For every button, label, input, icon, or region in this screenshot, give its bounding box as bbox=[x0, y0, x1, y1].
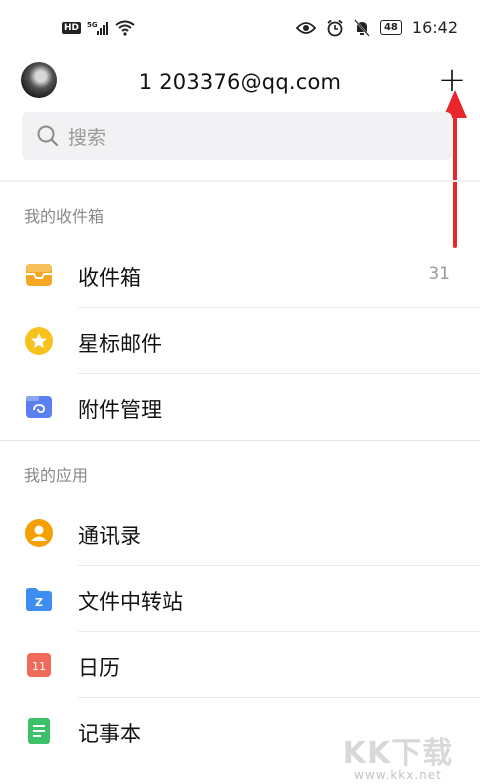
svg-text:5G: 5G bbox=[87, 21, 98, 29]
status-right: 48 16:42 bbox=[295, 18, 458, 37]
attachment-icon bbox=[26, 396, 52, 418]
watermark: KK下载 www.kkx.net bbox=[338, 728, 458, 782]
list-item-label: 附件管理 bbox=[78, 398, 162, 422]
list-item-contacts[interactable]: 通讯录 bbox=[0, 500, 480, 566]
watermark-url: www.kkx.net bbox=[354, 768, 442, 782]
status-bar: HD 5G 48 16:42 bbox=[0, 0, 480, 58]
list-item-starred[interactable]: 星标邮件 bbox=[0, 308, 480, 374]
signal-icon: 5G bbox=[87, 21, 109, 35]
search-icon bbox=[37, 125, 59, 147]
list-item-label: 星标邮件 bbox=[78, 332, 162, 356]
list-item-label: 收件箱 bbox=[78, 266, 141, 290]
folder-icon: Z bbox=[26, 588, 52, 611]
list-item-label: 文件中转站 bbox=[78, 590, 183, 614]
search-bar[interactable]: 搜索 bbox=[22, 112, 452, 160]
alarm-icon bbox=[327, 19, 343, 36]
list-item-label: 日历 bbox=[78, 656, 120, 680]
red-arrow-shaft bbox=[453, 100, 457, 248]
clock: 16:42 bbox=[411, 18, 458, 37]
list-item-inbox[interactable]: 收件箱 31 bbox=[0, 242, 480, 308]
svg-text:Z: Z bbox=[35, 596, 43, 609]
hd-badge: HD bbox=[62, 22, 82, 34]
list-item-label: 通讯录 bbox=[78, 524, 141, 548]
calendar-icon: 11 bbox=[27, 653, 51, 677]
eye-icon bbox=[295, 21, 316, 34]
battery-indicator: 48 bbox=[379, 20, 402, 35]
contacts-icon bbox=[25, 519, 53, 547]
mute-bell-icon bbox=[354, 18, 370, 37]
unread-count: 31 bbox=[428, 264, 450, 284]
status-left: HD 5G bbox=[62, 20, 135, 36]
list-item-attachments[interactable]: 附件管理 bbox=[0, 374, 480, 440]
watermark-logo: KK下载 bbox=[342, 736, 454, 771]
header-divider bbox=[0, 180, 480, 182]
search-placeholder: 搜索 bbox=[68, 126, 107, 149]
group-divider bbox=[0, 440, 480, 441]
notepad-icon bbox=[28, 718, 50, 744]
wifi-icon bbox=[115, 20, 135, 36]
section-title-mailbox: 我的收件箱 bbox=[24, 207, 105, 226]
account-email[interactable]: 1 203376@qq.com bbox=[0, 70, 480, 94]
list-item-calendar[interactable]: 11 日历 bbox=[0, 632, 480, 698]
list-item-label: 记事本 bbox=[78, 722, 141, 746]
section-title-apps: 我的应用 bbox=[24, 466, 89, 485]
calendar-day: 11 bbox=[32, 660, 46, 673]
list-item-file-transfer[interactable]: Z 文件中转站 bbox=[0, 566, 480, 632]
star-icon bbox=[25, 327, 53, 355]
inbox-icon bbox=[26, 264, 52, 286]
